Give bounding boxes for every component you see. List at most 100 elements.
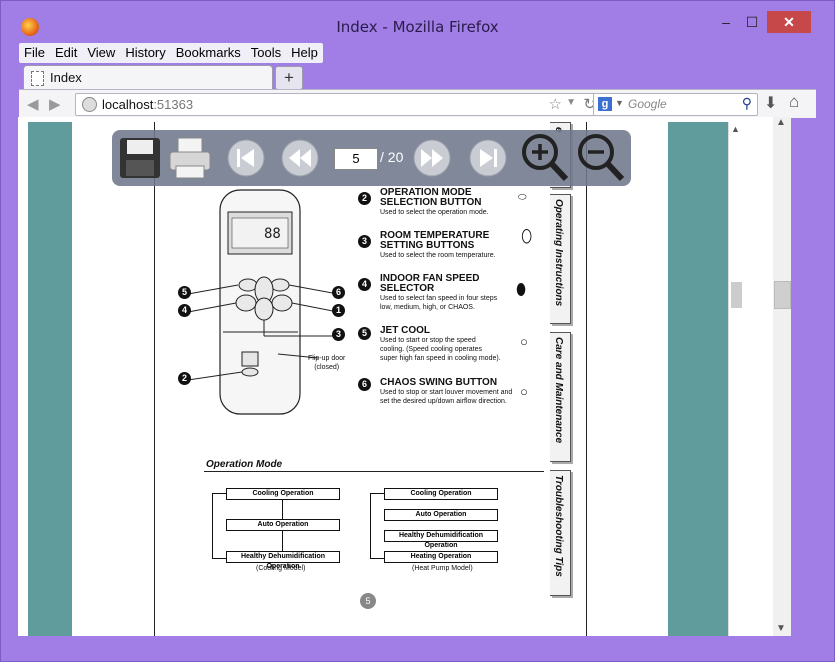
jet-cool-button-icon: ○ <box>520 334 528 349</box>
minimize-button[interactable]: – <box>713 11 739 33</box>
zoom-in-icon[interactable] <box>520 132 570 184</box>
fan-button-icon: ⬮ <box>516 282 527 299</box>
flow-return-line <box>212 493 227 559</box>
item-fan-speed: INDOOR FAN SPEED SELECTOR Used to select … <box>380 273 498 312</box>
navigation-toolbar: ◀ ▶ localhost:51363 ☆ ▼ ↻ g ▼ Google ⚲ ⬇… <box>19 89 816 118</box>
prev-page-icon[interactable] <box>280 136 320 180</box>
search-icon[interactable]: ⚲ <box>742 95 752 112</box>
swing-button-icon: ○ <box>520 384 528 399</box>
heat-flow-step: Healthy Dehumidification Operation <box>384 530 498 549</box>
callout-4: 4 <box>178 304 191 317</box>
callout-1: 1 <box>332 304 345 317</box>
callout-3: 3 <box>332 328 345 341</box>
url-text: localhost:51363 <box>102 97 194 112</box>
flow-arrow <box>282 530 283 551</box>
google-icon[interactable]: g <box>598 97 612 111</box>
menu-tools[interactable]: Tools <box>246 43 286 63</box>
side-tab-troubleshooting: Troubleshooting Tips <box>550 470 571 596</box>
flow-return-line <box>370 493 385 559</box>
scroll-down-icon[interactable]: ▼ <box>776 623 786 634</box>
close-button[interactable]: ✕ <box>767 11 811 33</box>
next-page-icon[interactable] <box>412 136 452 180</box>
item-room-temperature: ROOM TEMPERATURE SETTING BUTTONS Used to … <box>380 230 496 260</box>
maximize-button[interactable]: ☐ <box>739 11 765 33</box>
tab-label: Index <box>50 70 82 85</box>
item-operation-mode: OPERATION MODE SELECTION BUTTON Used to s… <box>380 187 489 217</box>
flow-arrow <box>282 499 283 519</box>
item-number: 2 <box>358 192 371 205</box>
item-jet-cool: JET COOL Used to start or stop the speed… <box>380 325 501 363</box>
tab-index[interactable]: Index <box>23 65 273 90</box>
heat-flow-step: Auto Operation <box>384 509 498 521</box>
new-tab-button[interactable]: + <box>275 66 303 90</box>
scroll-up-icon[interactable]: ▲ <box>776 117 786 128</box>
page-scrollbar[interactable]: ▲ ▼ <box>773 117 791 636</box>
document-scrollbar[interactable]: ▲ <box>728 122 743 636</box>
side-tab-operating: Operating Instructions <box>550 194 571 324</box>
menu-help[interactable]: Help <box>286 43 323 63</box>
window-title: Index - Mozilla Firefox <box>336 18 499 36</box>
first-page-icon[interactable] <box>226 136 266 180</box>
viewer-right-margin <box>668 122 728 636</box>
menu-bar: File Edit View History Bookmarks Tools H… <box>19 43 323 63</box>
search-bar[interactable]: g ▼ Google ⚲ <box>593 93 758 116</box>
heat-pump-caption: (Heat Pump Model) <box>412 565 473 572</box>
cooling-flow-step: Auto Operation <box>226 519 340 531</box>
last-page-icon[interactable] <box>468 136 508 180</box>
engine-dropdown-icon[interactable]: ▼ <box>615 98 624 108</box>
title-bar: Index - Mozilla Firefox – ☐ ✕ <box>1 1 834 41</box>
bookmark-star-icon[interactable]: ☆ <box>549 95 562 113</box>
document-page: 88 5 6 4 1 3 2 Flip-up door (closed) 2 O… <box>72 122 668 636</box>
remote-control-illustration: 88 <box>187 189 338 415</box>
item-chaos-swing: CHAOS SWING BUTTON Used to stop or start… <box>380 377 513 406</box>
page-number-input[interactable]: 5 <box>334 148 378 170</box>
section-rule <box>204 471 544 472</box>
page-total: / 20 <box>380 149 404 165</box>
menu-bookmarks[interactable]: Bookmarks <box>171 43 246 63</box>
viewer-left-margin <box>28 122 72 636</box>
search-placeholder: Google <box>628 97 667 111</box>
item-number: 5 <box>358 327 371 340</box>
downloads-icon[interactable]: ⬇ <box>764 93 777 113</box>
history-dropdown-icon[interactable]: ▼ <box>566 97 576 108</box>
menu-file[interactable]: File <box>19 43 50 63</box>
scroll-up-icon[interactable]: ▲ <box>731 124 740 134</box>
back-icon[interactable]: ◀ <box>27 95 39 113</box>
home-icon[interactable]: ⌂ <box>789 92 799 112</box>
cooling-flow-step: Healthy Dehumidification Operation <box>226 551 340 570</box>
item-number: 6 <box>358 378 371 391</box>
forward-icon[interactable]: ▶ <box>49 95 61 113</box>
mode-button-icon: ⬭ <box>518 192 527 203</box>
cooling-model-caption: (Cooling Model) <box>256 565 306 572</box>
temperature-button-icon: ⬯ <box>521 226 533 246</box>
item-number: 4 <box>358 278 371 291</box>
side-tab-care: Care and Maintenance <box>550 332 571 462</box>
callout-5: 5 <box>178 286 191 299</box>
menu-view[interactable]: View <box>82 43 120 63</box>
zoom-out-icon[interactable] <box>576 132 626 184</box>
menu-edit[interactable]: Edit <box>50 43 82 63</box>
svg-text:88: 88 <box>264 226 281 242</box>
item-number: 3 <box>358 235 371 248</box>
page-icon <box>31 71 44 86</box>
cooling-flow-step: Cooling Operation <box>226 488 340 500</box>
callout-2: 2 <box>178 372 191 385</box>
page-number-badge: 5 <box>360 593 376 609</box>
menu-history[interactable]: History <box>120 43 170 63</box>
heat-flow-step: Heating Operation <box>384 551 498 563</box>
viewer-toolbar: 5 / 20 <box>112 130 631 186</box>
save-icon[interactable] <box>118 136 162 180</box>
scroll-thumb[interactable] <box>731 282 742 308</box>
heat-flow-step: Cooling Operation <box>384 488 498 500</box>
section-title: Operation Mode <box>206 459 283 470</box>
page-left-rule <box>154 122 155 636</box>
page-right-rule <box>586 122 587 636</box>
globe-icon <box>82 97 97 112</box>
url-bar[interactable]: localhost:51363 ☆ ▼ ↻ <box>75 93 603 116</box>
tab-strip: Index + <box>19 63 816 90</box>
callout-6: 6 <box>332 286 345 299</box>
page-content: 88 5 6 4 1 3 2 Flip-up door (closed) 2 O… <box>18 117 791 636</box>
print-icon[interactable] <box>168 136 212 180</box>
scroll-thumb[interactable] <box>774 281 791 309</box>
flip-door-label: Flip-up door (closed) <box>308 355 346 371</box>
